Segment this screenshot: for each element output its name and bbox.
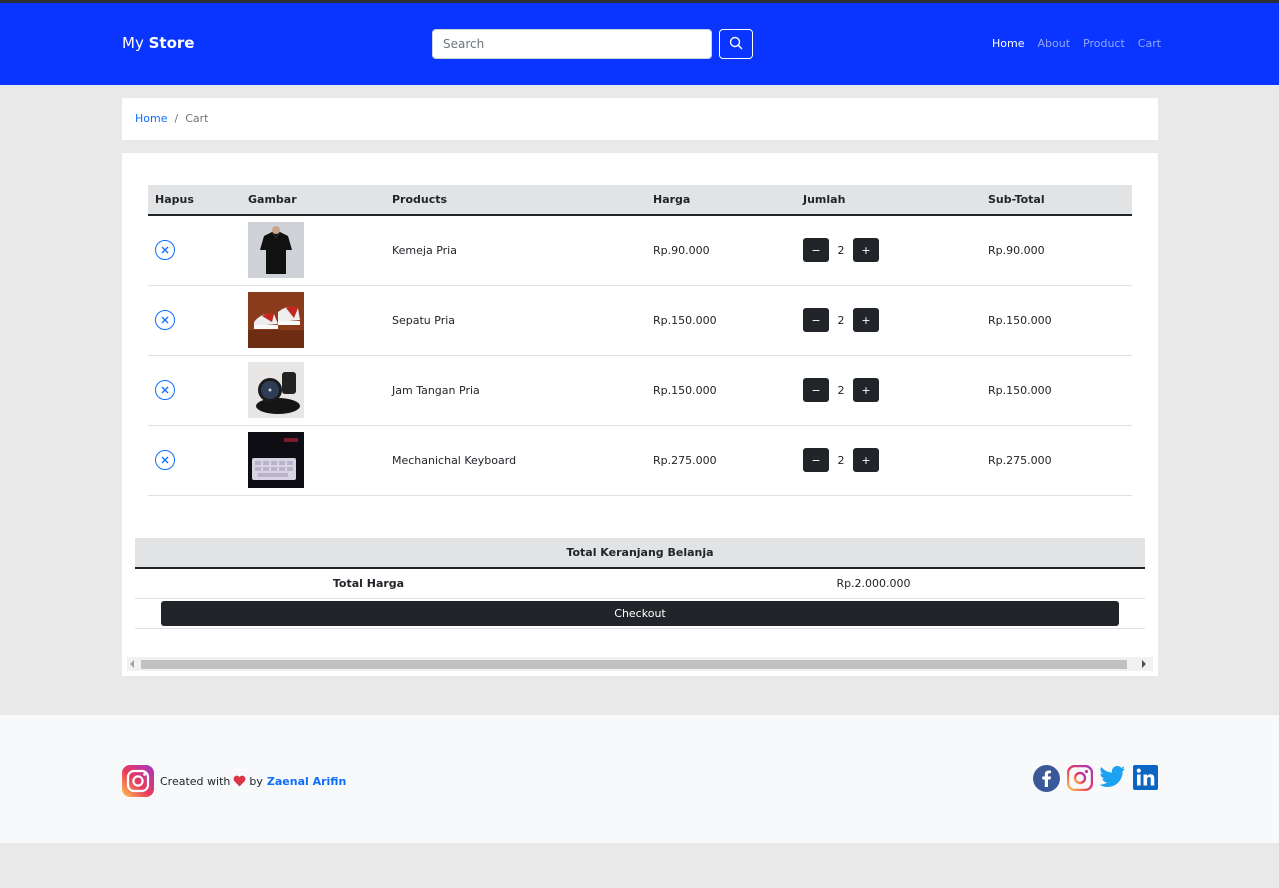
remove-item-button[interactable]	[155, 380, 175, 400]
header-harga: Harga	[646, 185, 796, 216]
quantity-value: 2	[837, 453, 845, 467]
product-image-keyboard	[248, 432, 304, 488]
product-subtotal: Rp.275.000	[981, 425, 1132, 496]
by-text: by	[249, 774, 263, 788]
cart-total-heading: Total Keranjang Belanja	[135, 538, 1145, 569]
product-price: Rp.150.000	[646, 285, 796, 356]
increase-quantity-button[interactable]: +	[853, 448, 879, 472]
close-circle-icon	[161, 316, 169, 324]
facebook-icon[interactable]	[1033, 765, 1060, 795]
heart-icon	[233, 775, 246, 787]
social-links	[1033, 764, 1165, 795]
product-image-watch	[248, 362, 304, 418]
breadcrumb-separator: /	[174, 112, 179, 125]
nav-link-product[interactable]: Product	[1083, 37, 1125, 50]
header-jumlah: Jumlah	[796, 185, 981, 216]
scroll-right-arrow-icon[interactable]	[1142, 660, 1146, 668]
product-name: Jam Tangan Pria	[385, 355, 646, 426]
search-input[interactable]	[432, 29, 712, 59]
quantity-stepper: −2 +	[803, 308, 974, 332]
footer: Created with by Zaenal Arifin	[0, 715, 1279, 843]
instagram-logo-icon[interactable]	[122, 765, 154, 797]
header-gambar: Gambar	[241, 185, 385, 216]
table-row: Jam Tangan Pria Rp.150.000 −2 + Rp.150.00…	[148, 355, 1132, 426]
brand-logo[interactable]: My Store	[122, 34, 194, 52]
quantity-value: 2	[837, 243, 845, 257]
product-subtotal: Rp.150.000	[981, 355, 1132, 426]
decrease-quantity-button[interactable]: −	[803, 448, 829, 472]
product-price: Rp.90.000	[646, 215, 796, 286]
table-row: Sepatu Pria Rp.150.000 −2 + Rp.150.000	[148, 285, 1132, 356]
product-subtotal: Rp.90.000	[981, 215, 1132, 286]
cart-table: Hapus Gambar Products Harga Jumlah Sub-T…	[148, 185, 1132, 496]
scrollbar-thumb[interactable]	[141, 660, 1127, 669]
total-row: Total Harga Rp.2.000.000	[135, 568, 1145, 599]
cart-card: Hapus Gambar Products Harga Jumlah Sub-T…	[122, 153, 1158, 676]
table-row: Kemeja Pria Rp.90.000 −2 + Rp.90.000	[148, 215, 1132, 286]
breadcrumb-current: Cart	[185, 112, 209, 125]
total-value: Rp.2.000.000	[602, 568, 1145, 599]
table-row: Mechanichal Keyboard Rp.275.000 −2 + Rp.2…	[148, 425, 1132, 496]
decrease-quantity-button[interactable]: −	[803, 378, 829, 402]
product-price: Rp.150.000	[646, 355, 796, 426]
product-image-shirt	[248, 222, 304, 279]
header-hapus: Hapus	[148, 185, 241, 216]
close-circle-icon	[161, 456, 169, 464]
total-label: Total Harga	[135, 568, 602, 599]
header-subtotal: Sub-Total	[981, 185, 1132, 216]
footer-credit: Created with by Zaenal Arifin	[122, 765, 346, 797]
header-products: Products	[385, 185, 646, 216]
product-name: Mechanichal Keyboard	[385, 425, 646, 496]
decrease-quantity-button[interactable]: −	[803, 238, 829, 263]
quantity-value: 2	[837, 313, 845, 327]
increase-quantity-button[interactable]: +	[853, 308, 879, 332]
quantity-stepper: −2 +	[803, 378, 974, 402]
product-subtotal: Rp.150.000	[981, 285, 1132, 356]
product-image-sneakers	[248, 292, 304, 348]
twitter-icon[interactable]	[1099, 765, 1126, 795]
nav-links: Home About Product Cart	[992, 37, 1174, 50]
breadcrumb-home-link[interactable]: Home	[135, 112, 167, 125]
breadcrumb: Home / Cart	[122, 98, 1158, 140]
horizontal-scrollbar[interactable]	[127, 657, 1153, 671]
quantity-value: 2	[837, 383, 845, 397]
checkout-button[interactable]: Checkout	[161, 600, 1119, 626]
linkedin-icon[interactable]	[1133, 765, 1158, 795]
navbar: My Store Home About Product Cart	[0, 3, 1279, 85]
search-icon	[729, 36, 743, 53]
nav-link-home[interactable]: Home	[992, 37, 1024, 50]
remove-item-button[interactable]	[155, 450, 175, 470]
increase-quantity-button[interactable]: +	[853, 378, 879, 402]
scroll-left-arrow-icon[interactable]	[130, 660, 134, 668]
product-name: Kemeja Pria	[385, 215, 646, 286]
checkout-row: Checkout	[135, 598, 1145, 629]
quantity-stepper: −2 +	[803, 448, 974, 472]
nav-link-cart[interactable]: Cart	[1138, 37, 1161, 50]
remove-item-button[interactable]	[155, 240, 175, 261]
author-link[interactable]: Zaenal Arifin	[267, 775, 346, 788]
increase-quantity-button[interactable]: +	[853, 238, 879, 263]
search-button[interactable]	[719, 29, 753, 59]
quantity-stepper: −2 +	[803, 238, 974, 263]
cart-table-header: Hapus Gambar Products Harga Jumlah Sub-T…	[148, 185, 1132, 216]
created-with-text: Created with	[160, 774, 231, 788]
product-price: Rp.275.000	[646, 425, 796, 496]
product-name: Sepatu Pria	[385, 285, 646, 356]
remove-item-button[interactable]	[155, 310, 175, 330]
close-circle-icon	[161, 246, 169, 254]
cart-total-table: Total Keranjang Belanja Total Harga Rp.2…	[135, 538, 1145, 629]
close-circle-icon	[161, 386, 169, 394]
nav-link-about[interactable]: About	[1037, 37, 1070, 50]
instagram-icon[interactable]	[1066, 764, 1094, 795]
decrease-quantity-button[interactable]: −	[803, 308, 829, 332]
